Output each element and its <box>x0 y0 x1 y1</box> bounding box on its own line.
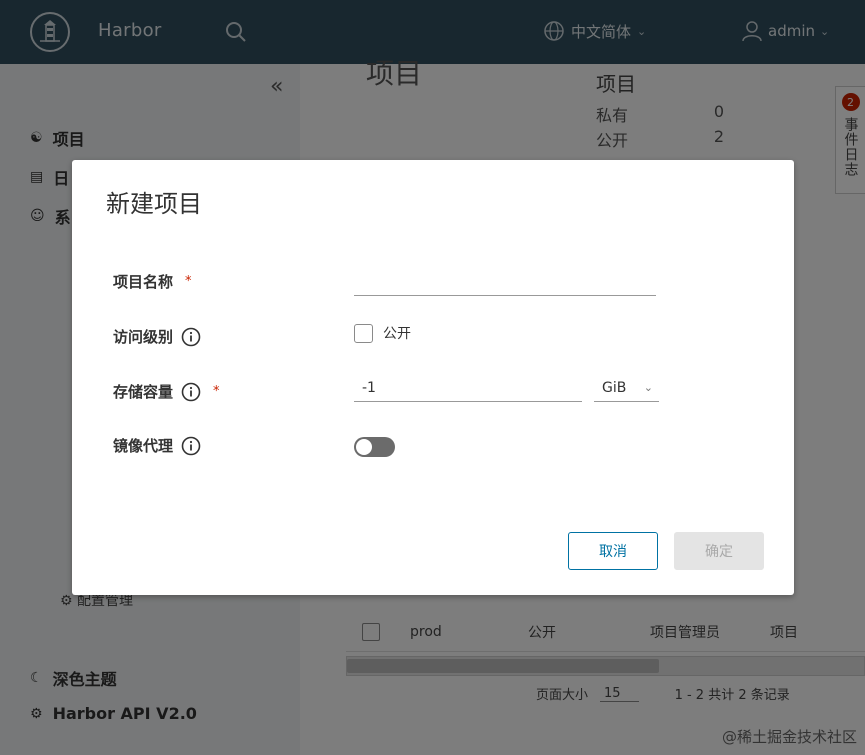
dialog-title: 新建项目 <box>106 190 202 218</box>
ok-button[interactable]: 确定 <box>674 532 764 570</box>
chevron-down-icon: ⌄ <box>643 381 653 394</box>
label-text: 存储容量 <box>113 383 174 401</box>
access-level-label: 访问级别 <box>113 326 201 347</box>
public-checkbox-label[interactable]: 公开 <box>383 323 411 343</box>
label-text: 访问级别 <box>113 328 174 346</box>
toggle-knob <box>356 439 372 455</box>
public-checkbox-group[interactable]: 公开 <box>354 323 411 343</box>
storage-quota-label: 存储容量 * <box>113 381 220 402</box>
new-project-dialog: 新建项目 项目名称 * 访问级别 公开 存储容量 * GiB ⌄ 镜像代理 <box>72 160 794 595</box>
proxy-cache-label: 镜像代理 <box>113 435 201 456</box>
info-icon[interactable] <box>181 436 201 456</box>
required-mark: * <box>185 274 192 289</box>
cancel-button[interactable]: 取消 <box>568 532 658 570</box>
info-icon[interactable] <box>181 382 201 402</box>
label-text: 项目名称 <box>113 273 174 291</box>
proxy-cache-toggle[interactable] <box>354 437 395 457</box>
storage-unit-value: GiB <box>602 379 627 396</box>
required-mark: * <box>213 384 220 399</box>
public-checkbox[interactable] <box>354 323 373 343</box>
storage-quota-input[interactable] <box>354 374 582 402</box>
storage-unit-select[interactable]: GiB ⌄ <box>594 374 659 402</box>
project-name-label: 项目名称 * <box>113 271 192 292</box>
label-text: 镜像代理 <box>113 437 174 455</box>
project-name-input[interactable] <box>354 268 656 296</box>
info-icon[interactable] <box>181 327 201 347</box>
